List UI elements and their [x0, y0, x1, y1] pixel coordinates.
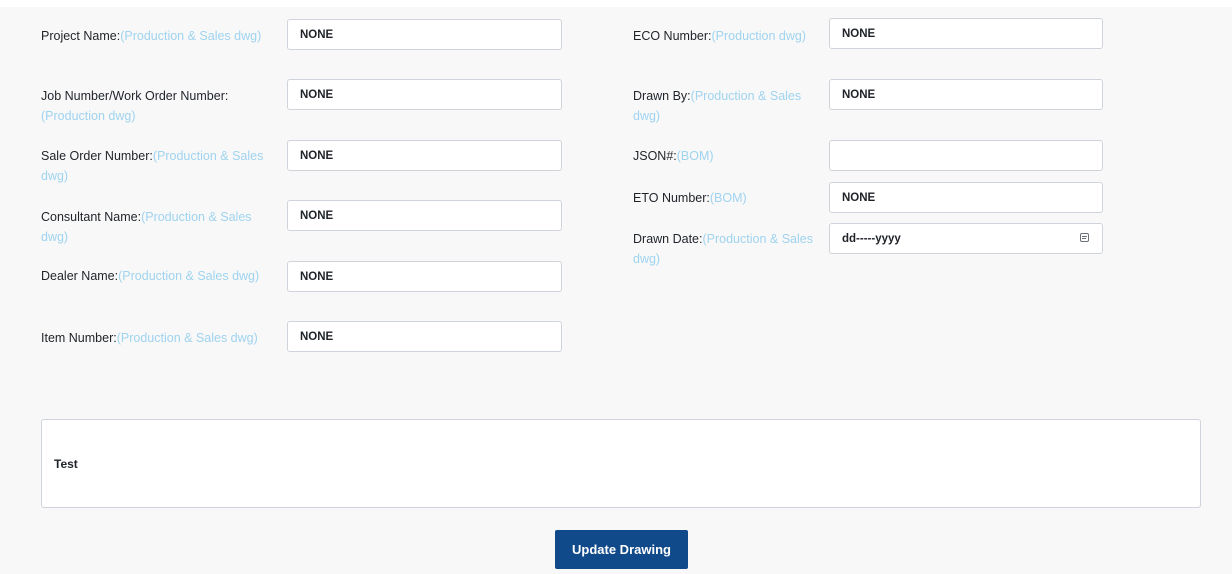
job-number-hint: (Production dwg)	[41, 109, 136, 123]
sale-order-number-label: Sale Order Number:(Production & Sales dw…	[41, 146, 273, 186]
drawn-date-label-text: Drawn Date:	[633, 232, 703, 246]
job-number-label-text: Job Number/Work Order Number:	[41, 89, 229, 103]
eco-number-input[interactable]	[829, 18, 1103, 49]
drawn-by-label-text: Drawn By:	[633, 89, 691, 103]
eto-number-label: ETO Number:(BOM)	[633, 188, 813, 208]
drawn-by-label: Drawn By:(Production & Sales dwg)	[633, 86, 813, 126]
json-number-label: JSON#:(BOM)	[633, 146, 813, 166]
notes-textarea[interactable]: Test	[41, 419, 1201, 508]
project-name-label: Project Name:(Production & Sales dwg)	[41, 26, 273, 46]
item-number-input[interactable]	[287, 321, 562, 352]
eto-number-label-text: ETO Number:	[633, 191, 710, 205]
eto-number-input[interactable]	[829, 182, 1103, 213]
drawn-date-label: Drawn Date:(Production & Sales dwg)	[633, 229, 813, 269]
project-name-input[interactable]	[287, 19, 562, 50]
consultant-name-label: Consultant Name:(Production & Sales dwg)	[41, 207, 273, 247]
update-drawing-button[interactable]: Update Drawing	[555, 530, 688, 569]
json-number-input[interactable]	[829, 140, 1103, 171]
json-number-hint: (BOM)	[676, 149, 714, 163]
project-name-hint: (Production & Sales dwg)	[120, 29, 262, 43]
notes-text: Test	[54, 456, 78, 471]
json-number-label-text: JSON#:	[633, 149, 677, 163]
dealer-name-label-text: Dealer Name:	[41, 269, 119, 283]
item-number-label: Item Number:(Production & Sales dwg)	[41, 328, 273, 348]
calendar-icon[interactable]	[1080, 233, 1089, 242]
item-number-label-text: Item Number:	[41, 331, 117, 345]
item-number-hint: (Production & Sales dwg)	[116, 331, 258, 345]
consultant-name-label-text: Consultant Name:	[41, 210, 142, 224]
project-name-label-text: Project Name:	[41, 29, 121, 43]
drawn-date-input[interactable]	[829, 223, 1103, 254]
job-number-label: Job Number/Work Order Number: (Production…	[41, 86, 273, 126]
dealer-name-hint: (Production & Sales dwg)	[118, 269, 260, 283]
eto-number-hint: (BOM)	[709, 191, 747, 205]
sale-order-number-label-text: Sale Order Number:	[41, 149, 153, 163]
dealer-name-input[interactable]	[287, 261, 562, 292]
eco-number-label-text: ECO Number:	[633, 29, 712, 43]
eco-number-hint: (Production dwg)	[711, 29, 807, 43]
job-number-input[interactable]	[287, 79, 562, 110]
drawn-date-field	[829, 223, 1103, 254]
dealer-name-label: Dealer Name:(Production & Sales dwg)	[41, 266, 273, 286]
drawn-by-input[interactable]	[829, 79, 1103, 110]
sale-order-number-input[interactable]	[287, 140, 562, 171]
consultant-name-input[interactable]	[287, 200, 562, 231]
eco-number-label: ECO Number:(Production dwg)	[633, 26, 813, 46]
